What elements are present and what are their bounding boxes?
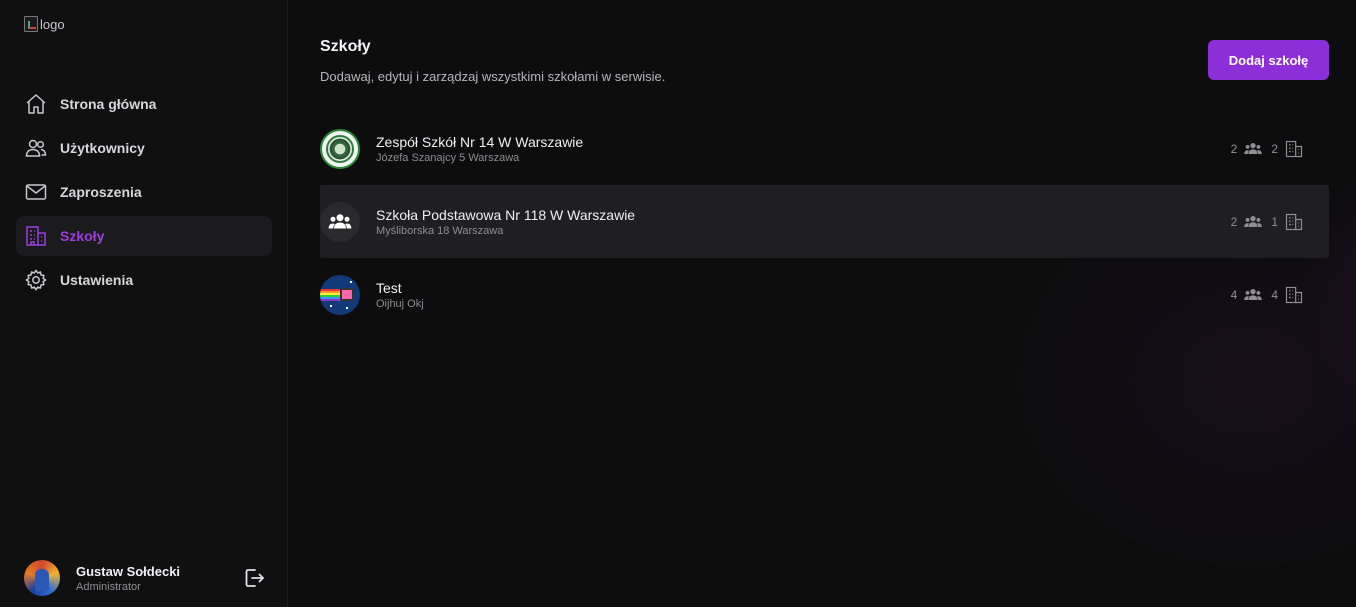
sidebar-item-home[interactable]: Strona główna — [16, 84, 272, 124]
user-name: Gustaw Sołdecki — [76, 563, 181, 579]
user-info: Gustaw Sołdecki Administrator — [76, 564, 242, 593]
sidebar-item-label: Szkoły — [60, 228, 105, 244]
sidebar-item-label: Strona główna — [60, 96, 157, 112]
users-icon — [25, 139, 47, 157]
building-icon — [1285, 213, 1303, 230]
gear-icon — [25, 269, 47, 291]
sidebar-item-invitations[interactable]: Zaproszenia — [16, 172, 272, 212]
school-stats: 4 4 — [1231, 258, 1304, 331]
sidebar-item-users[interactable]: Użytkownicy — [16, 128, 272, 168]
school-stats: 2 2 — [1231, 112, 1304, 185]
school-row[interactable]: Szkoła Podstawowa Nr 118 W Warszawie Myś… — [320, 185, 1329, 258]
page-title: Szkoły — [320, 38, 371, 55]
users-count: 2 — [1230, 141, 1238, 156]
school-text: Test Oijhuj Okj — [376, 280, 424, 310]
school-emblem-image — [320, 128, 360, 169]
user-role: Administrator — [76, 580, 141, 593]
building-icon — [26, 226, 46, 246]
logout-icon[interactable] — [242, 566, 266, 590]
add-school-button[interactable]: Dodaj szkołę — [1208, 40, 1329, 80]
classes-count: 4 — [1271, 287, 1278, 302]
school-avatar-image — [320, 274, 360, 315]
page-subtitle: Dodawaj, edytuj i zarządzaj wszystkimi s… — [320, 69, 666, 84]
sidebar: logo Strona główna Użytkownicy Zaproszen… — [0, 0, 288, 607]
users-count: 2 — [1230, 214, 1238, 229]
school-list: Zespół Szkół Nr 14 W Warszawie Józefa Sz… — [320, 112, 1329, 331]
school-address: Oijhuj Okj — [376, 297, 424, 310]
logo-alt-text: logo — [40, 16, 65, 32]
users-icon — [1244, 142, 1263, 154]
school-name: Szkoła Podstawowa Nr 118 W Warszawie — [376, 206, 636, 223]
school-stats: 2 1 — [1231, 185, 1304, 258]
sidebar-nav: Strona główna Użytkownicy Zaproszenia Sz… — [16, 84, 272, 304]
school-address: Józefa Szanajcy 5 Warszawa — [376, 151, 520, 164]
sidebar-item-label: Użytkownicy — [60, 140, 145, 156]
home-icon — [26, 94, 46, 114]
school-avatar — [320, 201, 360, 242]
logo[interactable]: logo — [24, 16, 65, 32]
building-icon — [1285, 286, 1303, 303]
school-name: Zespół Szkół Nr 14 W Warszawie — [376, 133, 584, 150]
sidebar-item-label: Zaproszenia — [60, 184, 142, 200]
school-address: Myśliborska 18 Warszawa — [376, 224, 504, 237]
school-name: Test — [376, 279, 402, 296]
classes-count: 2 — [1271, 141, 1278, 156]
sidebar-item-label: Ustawienia — [60, 272, 134, 288]
avatar[interactable] — [24, 560, 60, 596]
users-icon — [1244, 288, 1263, 300]
school-text: Zespół Szkół Nr 14 W Warszawie Józefa Sz… — [376, 134, 583, 164]
sidebar-item-schools[interactable]: Szkoły — [16, 216, 272, 256]
group-icon — [328, 213, 352, 228]
school-row[interactable]: Zespół Szkół Nr 14 W Warszawie Józefa Sz… — [320, 112, 1329, 185]
user-profile: Gustaw Sołdecki Administrator — [24, 559, 270, 597]
sidebar-item-settings[interactable]: Ustawienia — [16, 260, 272, 300]
main-content: Szkoły Dodawaj, edytuj i zarządzaj wszys… — [288, 0, 1356, 607]
mail-icon — [25, 184, 47, 200]
users-icon — [1244, 215, 1263, 227]
school-row[interactable]: Test Oijhuj Okj 4 4 — [320, 258, 1329, 331]
broken-image-icon — [24, 16, 38, 32]
users-count: 4 — [1230, 287, 1238, 302]
school-text: Szkoła Podstawowa Nr 118 W Warszawie Myś… — [376, 207, 635, 237]
classes-count: 1 — [1271, 214, 1278, 229]
building-icon — [1285, 140, 1303, 157]
app: logo Strona główna Użytkownicy Zaproszen… — [0, 0, 1356, 607]
